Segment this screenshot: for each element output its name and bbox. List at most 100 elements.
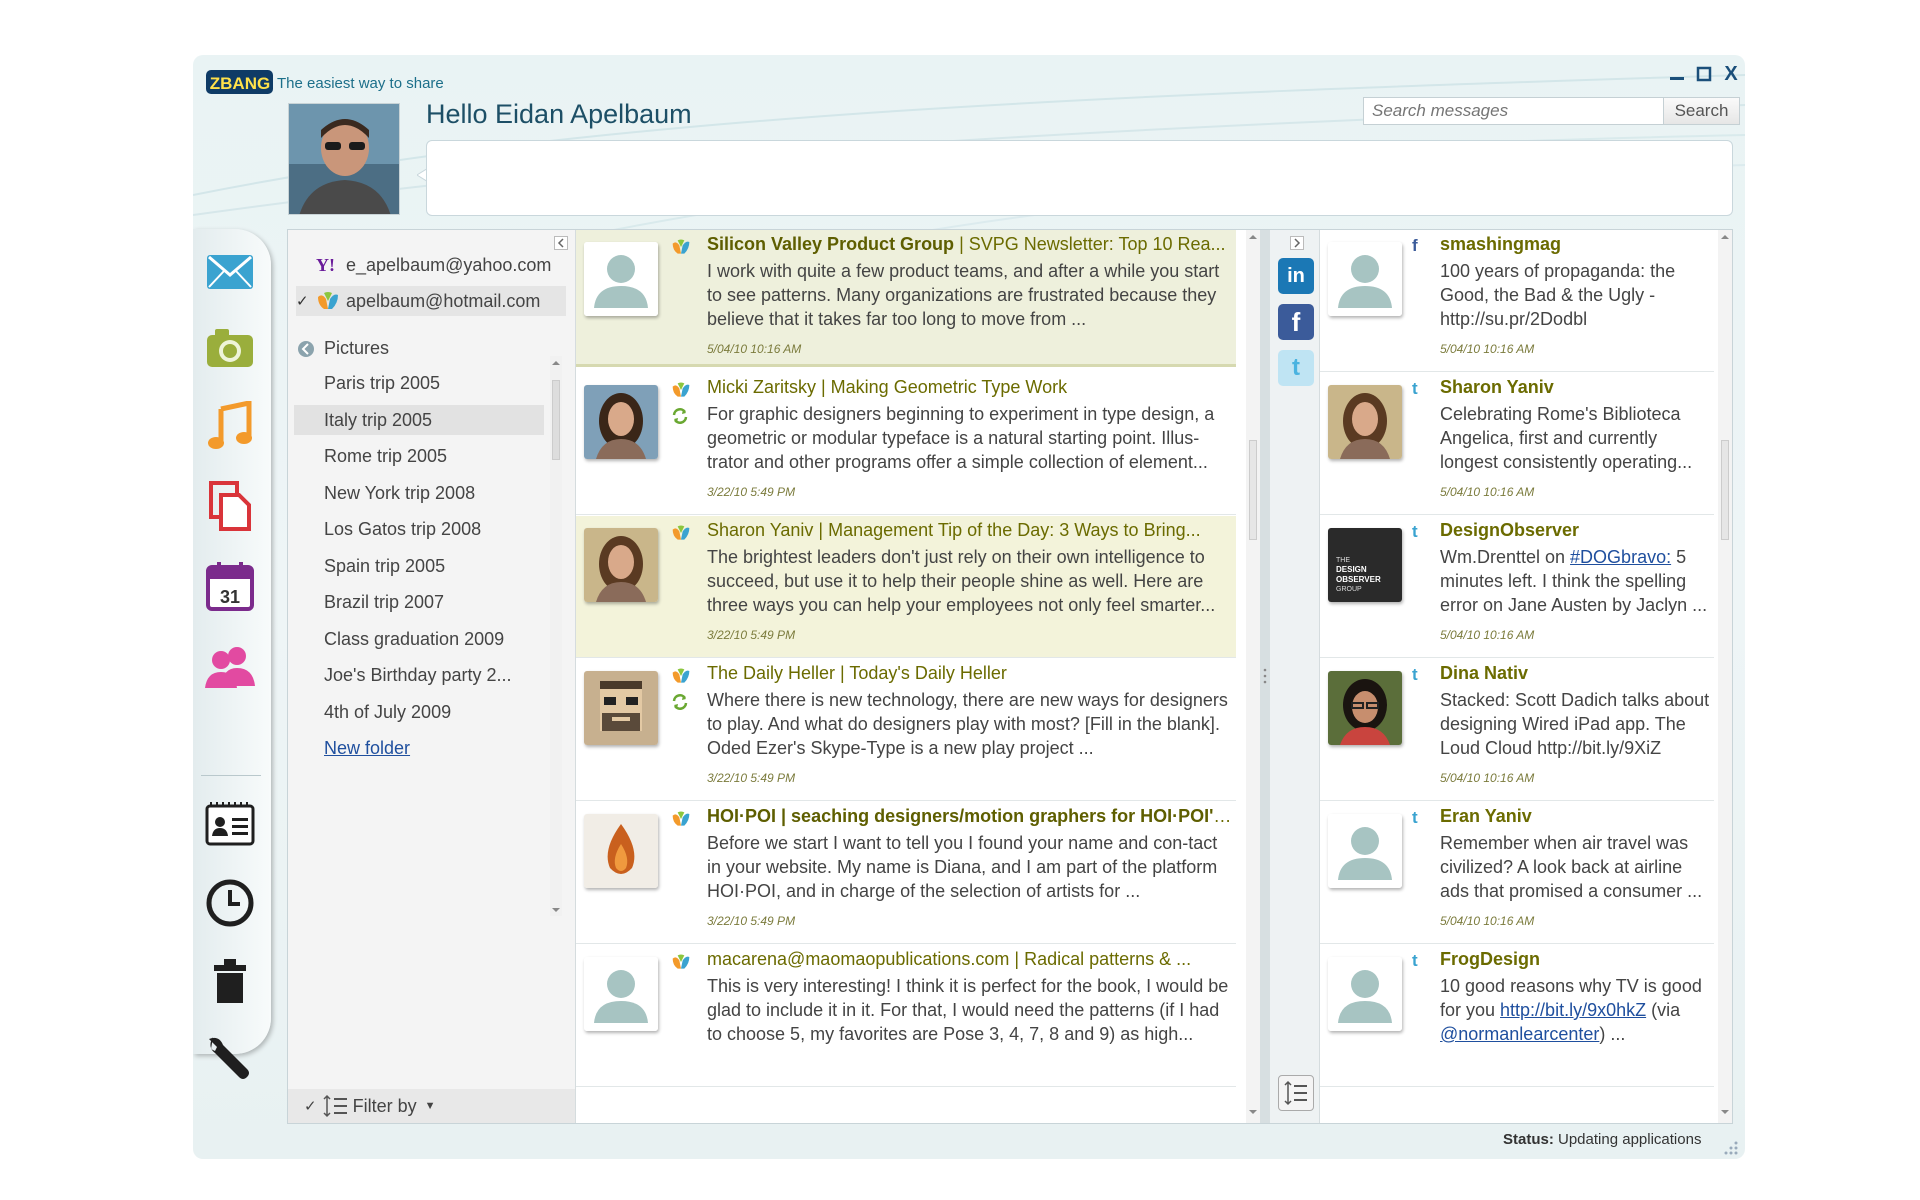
- rail-documents-button[interactable]: [201, 477, 259, 535]
- feed-author[interactable]: Sharon Yaniv: [1440, 377, 1554, 398]
- feed-sort-button[interactable]: [1278, 1075, 1314, 1111]
- feed-author[interactable]: DesignObserver: [1440, 520, 1579, 541]
- resize-grip-icon[interactable]: [1723, 1140, 1739, 1156]
- rail-contacts-button[interactable]: [201, 637, 259, 695]
- expand-pane-icon[interactable]: [1290, 236, 1304, 250]
- rail-mail-button[interactable]: [201, 243, 259, 301]
- reply-arrows-icon: [672, 408, 688, 424]
- svg-text:Y!: Y!: [316, 255, 335, 275]
- rail-music-button[interactable]: [201, 397, 259, 455]
- contact-photo-icon: [1328, 671, 1402, 745]
- search-button[interactable]: Search: [1663, 97, 1740, 125]
- app-window: ZBANG The easiest way to share X Hello E…: [193, 55, 1745, 1159]
- folder-item[interactable]: New York trip 2008: [324, 478, 554, 508]
- rail-photos-button[interactable]: [201, 319, 259, 377]
- feed-scrollbar[interactable]: [1718, 230, 1732, 1123]
- message-avatar: [584, 814, 658, 888]
- rail-contact-card-button[interactable]: [201, 794, 259, 852]
- flame-logo-icon: [584, 814, 658, 888]
- feed-author[interactable]: smashingmag: [1440, 234, 1561, 255]
- account-email: e_apelbaum@yahoo.com: [346, 254, 552, 275]
- scroll-thumb[interactable]: [1249, 440, 1257, 540]
- folder-item[interactable]: Italy trip 2005: [294, 404, 544, 435]
- clock-icon: [206, 879, 254, 927]
- folder-item[interactable]: Class graduation 2009: [324, 624, 554, 654]
- message-avatar: [584, 957, 658, 1031]
- message-source: [671, 667, 691, 690]
- linkedin-icon[interactable]: in: [1278, 258, 1314, 294]
- feed-item[interactable]: t Eran Yaniv Remember when air travel was …: [1320, 802, 1714, 944]
- message-item[interactable]: Sharon Yaniv | Management Tip of the Day…: [576, 516, 1236, 658]
- rail-history-button[interactable]: [201, 874, 259, 932]
- folder-label: 4th of July 2009: [324, 701, 452, 722]
- message-preview: This is very interesting! I think it is …: [707, 976, 1229, 1044]
- account-yahoo[interactable]: Y! e_apelbaum@yahoo.com: [296, 250, 566, 280]
- message-item[interactable]: Silicon Valley Product Group | SVPG News…: [576, 230, 1236, 367]
- rail-trash-button[interactable]: [201, 951, 259, 1009]
- message-item[interactable]: macarena@maomaopublications.com | Radica…: [576, 945, 1236, 1087]
- folder-item[interactable]: Brazil trip 2007: [324, 587, 554, 617]
- search-input[interactable]: [1363, 97, 1663, 125]
- music-icon: [208, 401, 252, 449]
- account-checkbox[interactable]: ✓: [296, 292, 316, 310]
- feed-link[interactable]: @normanlearcenter: [1440, 1024, 1599, 1044]
- svg-text:GROUP: GROUP: [1336, 586, 1362, 593]
- new-folder-link[interactable]: New folder: [324, 733, 554, 763]
- feed-item[interactable]: t Dina Nativ Stacked: Scott Dadich talks a…: [1320, 659, 1714, 801]
- feed-item[interactable]: t Sharon Yaniv Celebrating Rome's Bibliote…: [1320, 373, 1714, 515]
- mail-icon: [207, 255, 253, 289]
- folder-item[interactable]: Los Gatos trip 2008: [324, 514, 554, 544]
- design-observer-logo-icon: THEDESIGNOBSERVER GROUP: [1328, 528, 1402, 602]
- filter-by-button[interactable]: ✓ Filter by ▼: [288, 1089, 575, 1123]
- pane-splitter[interactable]: [1260, 230, 1270, 1123]
- rail-settings-button[interactable]: [201, 1029, 259, 1087]
- message-avatar: [584, 385, 658, 459]
- scroll-down-icon: [1721, 1110, 1729, 1114]
- feed-item[interactable]: f smashingmag 100 years of propaganda: the…: [1320, 230, 1714, 372]
- twitter-icon[interactable]: t: [1278, 350, 1314, 386]
- minimize-icon: [1670, 77, 1684, 80]
- minimize-button[interactable]: [1666, 63, 1688, 85]
- folders-header-label: Pictures: [324, 338, 390, 358]
- message-title: macarena@maomaopublications.com | Radica…: [707, 949, 1232, 970]
- feed-item[interactable]: t FrogDesign 10 good reasons why TV is goo…: [1320, 945, 1714, 1087]
- folder-item[interactable]: ▶Rome trip 2005: [324, 441, 554, 471]
- message-item[interactable]: Micki Zaritsky | Making Geometric Type W…: [576, 373, 1236, 515]
- message-item[interactable]: HOI·POI | seaching designers/motion grap…: [576, 802, 1236, 944]
- message-replied: [671, 693, 691, 716]
- default-avatar-icon: [1328, 814, 1402, 888]
- folder-label: Brazil trip 2007: [324, 592, 445, 612]
- folder-item[interactable]: Paris trip 2005: [324, 368, 554, 398]
- feed-author[interactable]: FrogDesign: [1440, 949, 1540, 970]
- contacts-icon: [205, 647, 255, 688]
- maximize-button[interactable]: [1693, 63, 1715, 85]
- user-avatar[interactable]: [288, 103, 400, 215]
- status-value: Updating applications: [1553, 1131, 1702, 1148]
- message-scrollbar[interactable]: [1246, 230, 1260, 1123]
- folder-item[interactable]: 4th of July 2009: [324, 697, 554, 727]
- feed-author[interactable]: Dina Nativ: [1440, 663, 1528, 684]
- message-timestamp: 3/22/10 5:49 PM: [707, 628, 796, 642]
- account-hotmail[interactable]: ✓ apelbaum@hotmail.com: [296, 286, 566, 316]
- feed-link[interactable]: #DOGbravo:: [1570, 547, 1671, 567]
- default-avatar-icon: [584, 242, 658, 316]
- facebook-icon[interactable]: f: [1278, 304, 1314, 340]
- message-title: Sharon Yaniv | Management Tip of the Day…: [707, 520, 1232, 541]
- message-item[interactable]: The Daily Heller | Today's Daily Heller W…: [576, 659, 1236, 801]
- collapse-pane-icon[interactable]: [554, 236, 568, 250]
- feed-link[interactable]: http://bit.ly/9x0hkZ: [1500, 1000, 1646, 1020]
- hotmail-icon: [672, 668, 690, 683]
- wrench-icon: [209, 1037, 249, 1079]
- folder-item[interactable]: ▶Joe's Birthday party 2...: [324, 660, 554, 690]
- scroll-thumb[interactable]: [1721, 440, 1729, 540]
- message-avatar: [584, 528, 658, 602]
- folder-pane: Y! e_apelbaum@yahoo.com ✓ apelbaum@hotma…: [288, 230, 576, 1123]
- feed-item[interactable]: THE DESIGN OBSERVER GROUP t DesignObserver Wm.…: [1320, 516, 1714, 658]
- close-button[interactable]: X: [1720, 63, 1742, 85]
- rail-calendar-button[interactable]: 31: [201, 557, 259, 615]
- status-update-input[interactable]: [426, 140, 1733, 216]
- folder-item[interactable]: ▶Spain trip 2005: [324, 551, 554, 581]
- folders-header[interactable]: Pictures: [296, 338, 389, 359]
- message-list: Silicon Valley Product Group | SVPG News…: [576, 230, 1260, 1123]
- feed-author[interactable]: Eran Yaniv: [1440, 806, 1532, 827]
